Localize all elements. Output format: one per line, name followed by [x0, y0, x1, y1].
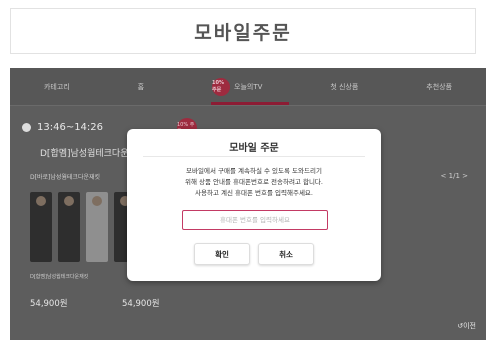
nav-item-recommend[interactable]: 추천상품 [426, 82, 452, 92]
product-price: 54,900원 [122, 299, 160, 309]
cancel-button[interactable]: 취소 [258, 243, 314, 265]
product-image[interactable] [58, 192, 80, 262]
page-header: 모바일주문 [10, 8, 476, 54]
active-tab-indicator [211, 102, 289, 105]
nav-label: 오늘의TV [234, 82, 263, 91]
confirm-button[interactable]: 확인 [194, 243, 250, 265]
message-line: 위해 상품 안내를 휴대폰번호로 전송하려고 합니다. [185, 178, 323, 186]
divider [143, 156, 365, 157]
mobile-order-modal: 모바일 주문 모바일에서 구매를 계속하실 수 있도록 도와드리기 위해 상품 … [127, 129, 381, 281]
product-image[interactable] [30, 192, 52, 262]
nav-label: 카테고리 [43, 82, 70, 91]
nav-item-today-tv[interactable]: 10% 주문 오늘의TV [212, 77, 263, 96]
broadcast-time: 13:46~14:26 [37, 122, 104, 133]
message-line: 모바일에서 구매를 계속하실 수 있도록 도와드리기 [186, 167, 322, 175]
nav-label: 홈 [137, 82, 145, 91]
list-title: D[바로]남성웜테크다운재킷 [30, 174, 101, 181]
product-caption[interactable]: D[합멤]남성웜테크다운재킷 [30, 273, 88, 280]
clock-icon [22, 123, 31, 132]
nav-label: 첫 신상품 [330, 82, 359, 91]
pager[interactable]: < 1/1 > [441, 172, 468, 180]
product-price: 54,900원 [30, 299, 68, 309]
back-button[interactable]: ↺이전 [457, 321, 476, 331]
page-title: 모바일주문 [194, 21, 292, 44]
nav-bar: 카테고리 홈 10% 주문 오늘의TV 첫 신상품 추천상품 [10, 68, 486, 106]
discount-badge: 10% 주문 [212, 77, 231, 96]
modal-title: 모바일 주문 [229, 143, 279, 154]
broadcast-product-title[interactable]: D[합멤]남성웜테크다운 [40, 146, 128, 159]
nav-item-category[interactable]: 카테고리 [44, 82, 70, 92]
modal-message: 모바일에서 구매를 계속하실 수 있도록 도와드리기 위해 상품 안내를 휴대폰… [139, 166, 369, 199]
product-image[interactable] [86, 192, 108, 262]
broadcast-time-row: 13:46~14:26 [22, 122, 103, 133]
product-thumbnails [30, 192, 136, 262]
nav-item-home[interactable]: 홈 [138, 82, 144, 92]
phone-number-input[interactable] [182, 210, 328, 230]
message-line: 사용하고 계신 휴대폰 번호를 입력해주세요. [195, 189, 313, 197]
nav-label: 추천상품 [426, 82, 453, 91]
nav-item-new[interactable]: 첫 신상품 [330, 82, 358, 92]
